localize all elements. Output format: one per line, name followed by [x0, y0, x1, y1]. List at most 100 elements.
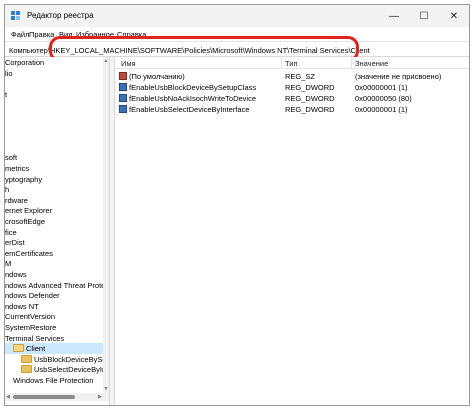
registry-editor-icon: [11, 11, 20, 20]
address-input[interactable]: [9, 44, 465, 56]
tree-item[interactable]: Corporation: [5, 57, 103, 68]
tree-item[interactable]: [5, 110, 103, 121]
tree-item[interactable]: rdware: [5, 195, 103, 206]
tree-item[interactable]: fice: [5, 227, 103, 238]
value-data: 0x00000050 (80): [355, 94, 412, 103]
minimize-icon: —: [389, 10, 399, 22]
registry-editor-window: Редактор реестра — ☐ ✕ Файл Правка Вид И…: [4, 4, 470, 406]
tree-item-label: Corporation: [5, 58, 45, 67]
menu-favorites[interactable]: Избранное: [76, 30, 114, 39]
tree-item[interactable]: Windows File Protection: [5, 375, 103, 386]
value-type: REG_DWORD: [285, 94, 335, 103]
dword-value-icon: [119, 94, 127, 103]
tree-item-label: erDist: [5, 238, 25, 248]
scroll-right-icon[interactable]: ▶: [98, 393, 102, 401]
value-data: (значение не присвоено): [355, 72, 442, 81]
tree-item[interactable]: [5, 121, 103, 132]
menu-view[interactable]: Вид: [59, 30, 73, 39]
tree-item[interactable]: h: [5, 184, 103, 195]
value-row[interactable]: fEnableUsbBlockDeviceBySetupClass REG_DWO…: [115, 82, 469, 93]
column-separator[interactable]: [351, 57, 352, 69]
tree-item[interactable]: [5, 142, 103, 153]
tree-item-label: UsbSelectDeviceByInter: [34, 365, 103, 375]
tree-item[interactable]: SystemRestore: [5, 322, 103, 333]
tree-item[interactable]: Terminal Services: [5, 333, 103, 344]
title-bar[interactable]: Редактор реестра — ☐ ✕: [5, 5, 469, 27]
tree-item[interactable]: [5, 99, 103, 110]
tree-item-label: Client: [26, 344, 46, 354]
dword-value-icon: [119, 83, 127, 92]
folder-icon: [21, 354, 32, 363]
tree-item-label: h: [5, 185, 10, 195]
tree-item[interactable]: soft: [5, 152, 103, 163]
tree-item-label: ndows Defender: [5, 291, 60, 301]
value-data: 0x00000001 (1): [355, 83, 408, 92]
tree-item-label: ndows Advanced Threat Prote: [5, 280, 103, 290]
tree-item[interactable]: lio: [5, 68, 103, 79]
column-separator[interactable]: [281, 57, 282, 69]
tree-item[interactable]: emCertificates: [5, 248, 103, 259]
value-name: (По умолчанию): [129, 72, 185, 81]
tree-item-client[interactable]: Client: [5, 343, 103, 355]
tree-item-label: fice: [5, 227, 17, 237]
tree-item-label: yptography: [5, 174, 43, 184]
menu-file[interactable]: Файл: [11, 30, 29, 39]
tree-item[interactable]: CurrentVersion: [5, 311, 103, 322]
column-value[interactable]: Значение: [355, 59, 388, 68]
menu-edit[interactable]: Правка: [29, 30, 54, 39]
tree-item-label: rdware: [5, 195, 28, 205]
tree-item-label: emCertificates: [5, 248, 53, 258]
minimize-button[interactable]: —: [379, 5, 409, 27]
tree-item[interactable]: erDist: [5, 237, 103, 248]
scroll-thumb[interactable]: [13, 395, 75, 399]
tree-item[interactable]: ndows Advanced Threat Prote: [5, 280, 103, 291]
close-button[interactable]: ✕: [439, 5, 469, 27]
tree-item[interactable]: [5, 78, 103, 89]
tree-item-label: SystemRestore: [5, 323, 57, 332]
tree-item[interactable]: t: [5, 89, 103, 100]
close-icon: ✕: [449, 10, 459, 22]
scroll-left-icon[interactable]: ◀: [6, 393, 10, 401]
value-row[interactable]: (По умолчанию) REG_SZ (значение не присвое…: [115, 71, 469, 82]
tree-item[interactable]: ndows Defender: [5, 290, 103, 301]
tree-item-label: Windows File Protection: [13, 376, 94, 385]
tree-item[interactable]: ndows: [5, 269, 103, 280]
tree-item[interactable]: ndows NT: [5, 301, 103, 312]
tree-item-label: ndows NT: [5, 301, 39, 311]
value-data: 0x00000001 (1): [355, 105, 408, 114]
column-name[interactable]: Имя: [121, 59, 136, 68]
address-bar: [5, 41, 469, 57]
value-name: fEnableUsbNoAckIsochWriteToDevice: [129, 94, 256, 103]
tree-item[interactable]: [5, 131, 103, 142]
tree-item-label: t: [5, 89, 8, 99]
tree-item[interactable]: metrics: [5, 163, 103, 174]
tree-item[interactable]: UsbBlockDeviceBySetu: [5, 354, 103, 365]
tree-item-label: metrics: [5, 164, 30, 173]
list-header: Имя Тип Значение: [115, 57, 469, 69]
value-name: fEnableUsbSelectDeviceByInterface: [129, 105, 250, 114]
menu-help[interactable]: Справка: [117, 30, 146, 39]
folder-icon: [21, 365, 32, 374]
tree-item[interactable]: UsbSelectDeviceByInter: [5, 364, 103, 375]
value-list: Имя Тип Значение (По умолчанию) REG_SZ (зн…: [115, 57, 469, 405]
tree-item-label: Terminal Services: [5, 333, 65, 343]
column-type[interactable]: Тип: [285, 59, 298, 68]
value-row[interactable]: fEnableUsbSelectDeviceByInterface REG_DWO…: [115, 104, 469, 115]
tree-item-label: ernet Explorer: [5, 206, 53, 216]
value-type: REG_DWORD: [285, 83, 335, 92]
tree-item-label: soft: [5, 153, 18, 163]
tree-item-label: CurrentVersion: [5, 312, 56, 322]
maximize-button[interactable]: ☐: [409, 5, 439, 27]
tree-item-label: ndows: [5, 270, 27, 279]
menu-bar: Файл Правка Вид Избранное Справка: [5, 27, 469, 41]
tree-item[interactable]: M: [5, 258, 103, 269]
tree-item-label: crosoftEdge: [5, 217, 46, 226]
key-tree: Corporation lio t soft metrics yptography h rdw…: [5, 57, 109, 393]
dword-value-icon: [119, 105, 127, 114]
value-row[interactable]: fEnableUsbNoAckIsochWriteToDevice REG_DWO…: [115, 93, 469, 104]
tree-item[interactable]: ernet Explorer: [5, 205, 103, 216]
tree-horizontal-scrollbar[interactable]: ◀ ▶: [5, 393, 109, 401]
value-type: REG_SZ: [285, 72, 316, 81]
tree-item[interactable]: yptography: [5, 174, 103, 185]
tree-item[interactable]: crosoftEdge: [5, 216, 103, 227]
